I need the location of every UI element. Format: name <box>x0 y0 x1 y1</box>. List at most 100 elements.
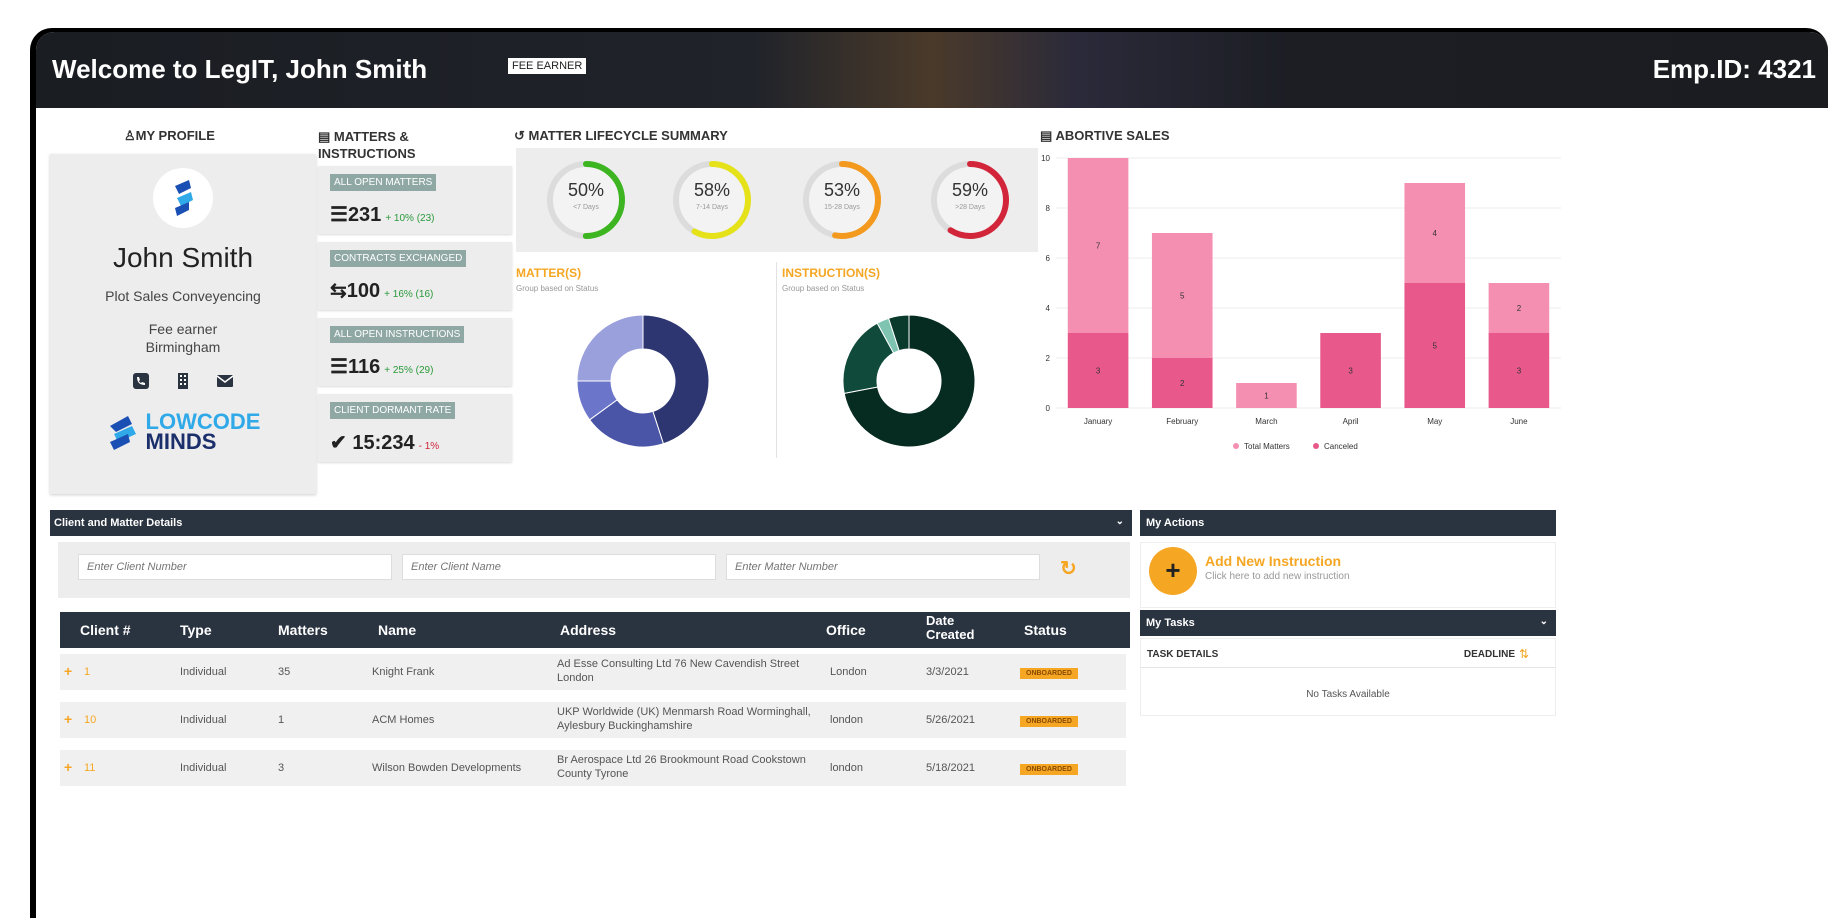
actions-panel: + Add New Instruction Click here to add … <box>1140 542 1556 608</box>
col-name[interactable]: Name <box>378 622 416 638</box>
no-tasks-message: No Tasks Available <box>1306 689 1390 700</box>
gauge-percent: 50% <box>567 180 605 200</box>
cell-address: Br Aerospace Ltd 26 Brookmount Road Cook… <box>557 754 806 780</box>
gauge-label: 15-28 Days <box>824 204 860 211</box>
bar-chart-icon: ▤ <box>1040 128 1053 143</box>
device-frame: Welcome to LegIT, John Smith FEE EARNER … <box>30 28 1828 918</box>
cell-client[interactable]: 1 <box>84 666 90 678</box>
col-matters[interactable]: Matters <box>278 622 328 638</box>
client-panel-title: Client and Matter Details <box>54 517 183 529</box>
cell-office: London <box>830 666 867 678</box>
client-name-input[interactable] <box>402 554 716 580</box>
col-address[interactable]: Address <box>560 622 616 638</box>
card-value-row: ⇆100 + 16% (16) <box>330 278 433 303</box>
client-number-input[interactable] <box>78 554 392 580</box>
gauge-percent: 59% <box>951 180 989 200</box>
col-office[interactable]: Office <box>826 622 866 638</box>
deadline-header[interactable]: DEADLINE <box>1464 649 1515 660</box>
building-icon[interactable] <box>174 372 192 390</box>
card-open-instructions[interactable]: ALL OPEN INSTRUCTIONS ☰116 + 25% (29) <box>318 318 512 386</box>
cell-client[interactable]: 10 <box>84 714 96 726</box>
card-contracts-exchanged[interactable]: CONTRACTS EXCHANGED ⇆100 + 16% (16) <box>318 242 512 310</box>
avatar-logo-icon <box>175 180 193 216</box>
card-open-matters[interactable]: ALL OPEN MATTERS ☰231 + 10% (23) <box>318 166 512 234</box>
bar-value-label: 1 <box>1264 392 1269 401</box>
envelope-icon[interactable] <box>216 372 234 390</box>
col-date-created[interactable]: Date Created <box>926 614 986 642</box>
cell-office: london <box>830 714 864 726</box>
gauge-15-28-days: 53% 15-28 Days <box>800 158 884 242</box>
card-value-row: ☰231 + 10% (23) <box>330 202 435 227</box>
tasks-panel-title: My Tasks <box>1146 617 1195 629</box>
cell-client[interactable]: 11 <box>84 762 95 774</box>
phone-icon[interactable] <box>132 372 150 390</box>
card-delta: + 16% (16) <box>384 289 434 300</box>
tasks-divider <box>1141 667 1555 668</box>
table-row[interactable]: + 11 Individual 3 Wilson Bowden Developm… <box>60 750 1126 786</box>
instructions-donut-subtitle: Group based on Status <box>782 284 865 293</box>
bar-value-label: 3 <box>1096 367 1101 376</box>
client-panel-header[interactable]: Client and Matter Details ⌄ <box>50 510 1132 536</box>
legend-label: Canceled <box>1324 442 1358 451</box>
tasks-panel: TASK DETAILS DEADLINE ⇅ No Tasks Availab… <box>1140 638 1556 716</box>
lowcode-minds-logo-icon <box>109 416 136 450</box>
actions-panel-title: My Actions <box>1146 517 1205 529</box>
col-type[interactable]: Type <box>180 622 212 638</box>
chevron-down-icon[interactable]: ⌄ <box>1540 616 1548 627</box>
expand-plus-icon[interactable]: + <box>64 759 72 775</box>
donut-slice <box>576 314 644 382</box>
lifecycle-section-title: ↺ MATTER LIFECYCLE SUMMARY <box>514 128 728 143</box>
table-row[interactable]: + 1 Individual 35 Knight Frank Ad Esse C… <box>60 654 1126 690</box>
add-instruction-link[interactable]: Add New Instruction <box>1205 553 1341 569</box>
add-instruction-hint: Click here to add new instruction <box>1205 571 1350 582</box>
y-tick-label: 8 <box>1046 204 1051 213</box>
y-tick-label: 2 <box>1046 354 1051 363</box>
legend-swatch <box>1233 443 1239 449</box>
card-value-row: ✔ 15:234- 1% <box>330 430 439 455</box>
card-delta: - 1% <box>418 441 440 452</box>
y-tick-label: 6 <box>1046 254 1051 263</box>
col-status[interactable]: Status <box>1024 622 1067 638</box>
tasks-panel-header[interactable]: My Tasks ⌄ <box>1140 610 1556 636</box>
cell-date: 5/18/2021 <box>926 762 975 774</box>
chevron-down-icon[interactable]: ⌄ <box>1116 516 1124 527</box>
card-value: 100 <box>346 280 381 302</box>
plus-icon[interactable]: + <box>1149 557 1197 583</box>
instructions-donut-chart <box>842 314 976 448</box>
matter-number-input[interactable] <box>726 554 1040 580</box>
client-search-box: ↻ <box>58 542 1130 598</box>
add-instruction-button[interactable]: + <box>1149 547 1197 595</box>
logo-line-2: MINDS <box>145 429 217 454</box>
cell-address: UKP Worldwide (UK) Menmarsh Road Worming… <box>557 706 811 732</box>
instructions-donut-title: INSTRUCTION(S) <box>782 266 880 280</box>
company-logo: LOWCODE MINDS <box>50 411 316 454</box>
x-tick-label: January <box>1084 417 1112 426</box>
logo-text: LOWCODE MINDS <box>145 411 261 454</box>
task-details-header[interactable]: TASK DETAILS <box>1147 649 1218 660</box>
profile-section-title: ♙MY PROFILE <box>124 128 215 143</box>
gauge-percent: 53% <box>823 180 861 200</box>
gauge-percent: 58% <box>693 180 731 200</box>
abortive-sales-chart: 0 2 4 6 8 10 3 7 January 2 5 February 1 March 3 April 5 4… <box>1041 154 1561 451</box>
gauge-label: >28 Days <box>955 204 985 211</box>
expand-plus-icon[interactable]: + <box>64 663 72 679</box>
cell-matters: 3 <box>278 762 285 774</box>
bar-value-label: 5 <box>1180 292 1185 301</box>
legend-label: Total Matters <box>1244 442 1290 451</box>
status-badge: ONBOARDED <box>1020 764 1078 775</box>
app-screen: Welcome to LegIT, John Smith FEE EARNER … <box>36 32 1828 918</box>
matters-donut-chart <box>576 314 710 448</box>
bar-value-label: 2 <box>1517 304 1522 313</box>
card-delta: + 10% (23) <box>385 213 435 224</box>
table-row[interactable]: + 10 Individual 1 ACM Homes UKP Worldwid… <box>60 702 1126 738</box>
y-tick-label: 4 <box>1046 304 1051 313</box>
x-tick-label: April <box>1343 417 1359 426</box>
refresh-icon[interactable]: ↻ <box>1060 556 1077 581</box>
profile-card: John Smith Plot Sales Conveyencing Fee e… <box>50 154 316 494</box>
card-dormant-rate[interactable]: CLIENT DORMANT RATE ✔ 15:234- 1% <box>318 394 512 462</box>
sort-icon[interactable]: ⇅ <box>1519 647 1529 661</box>
col-client-number[interactable]: Client # <box>80 622 131 638</box>
profile-title: Fee earner <box>148 321 218 337</box>
expand-plus-icon[interactable]: + <box>64 711 72 727</box>
card-value: 116 <box>347 356 381 378</box>
